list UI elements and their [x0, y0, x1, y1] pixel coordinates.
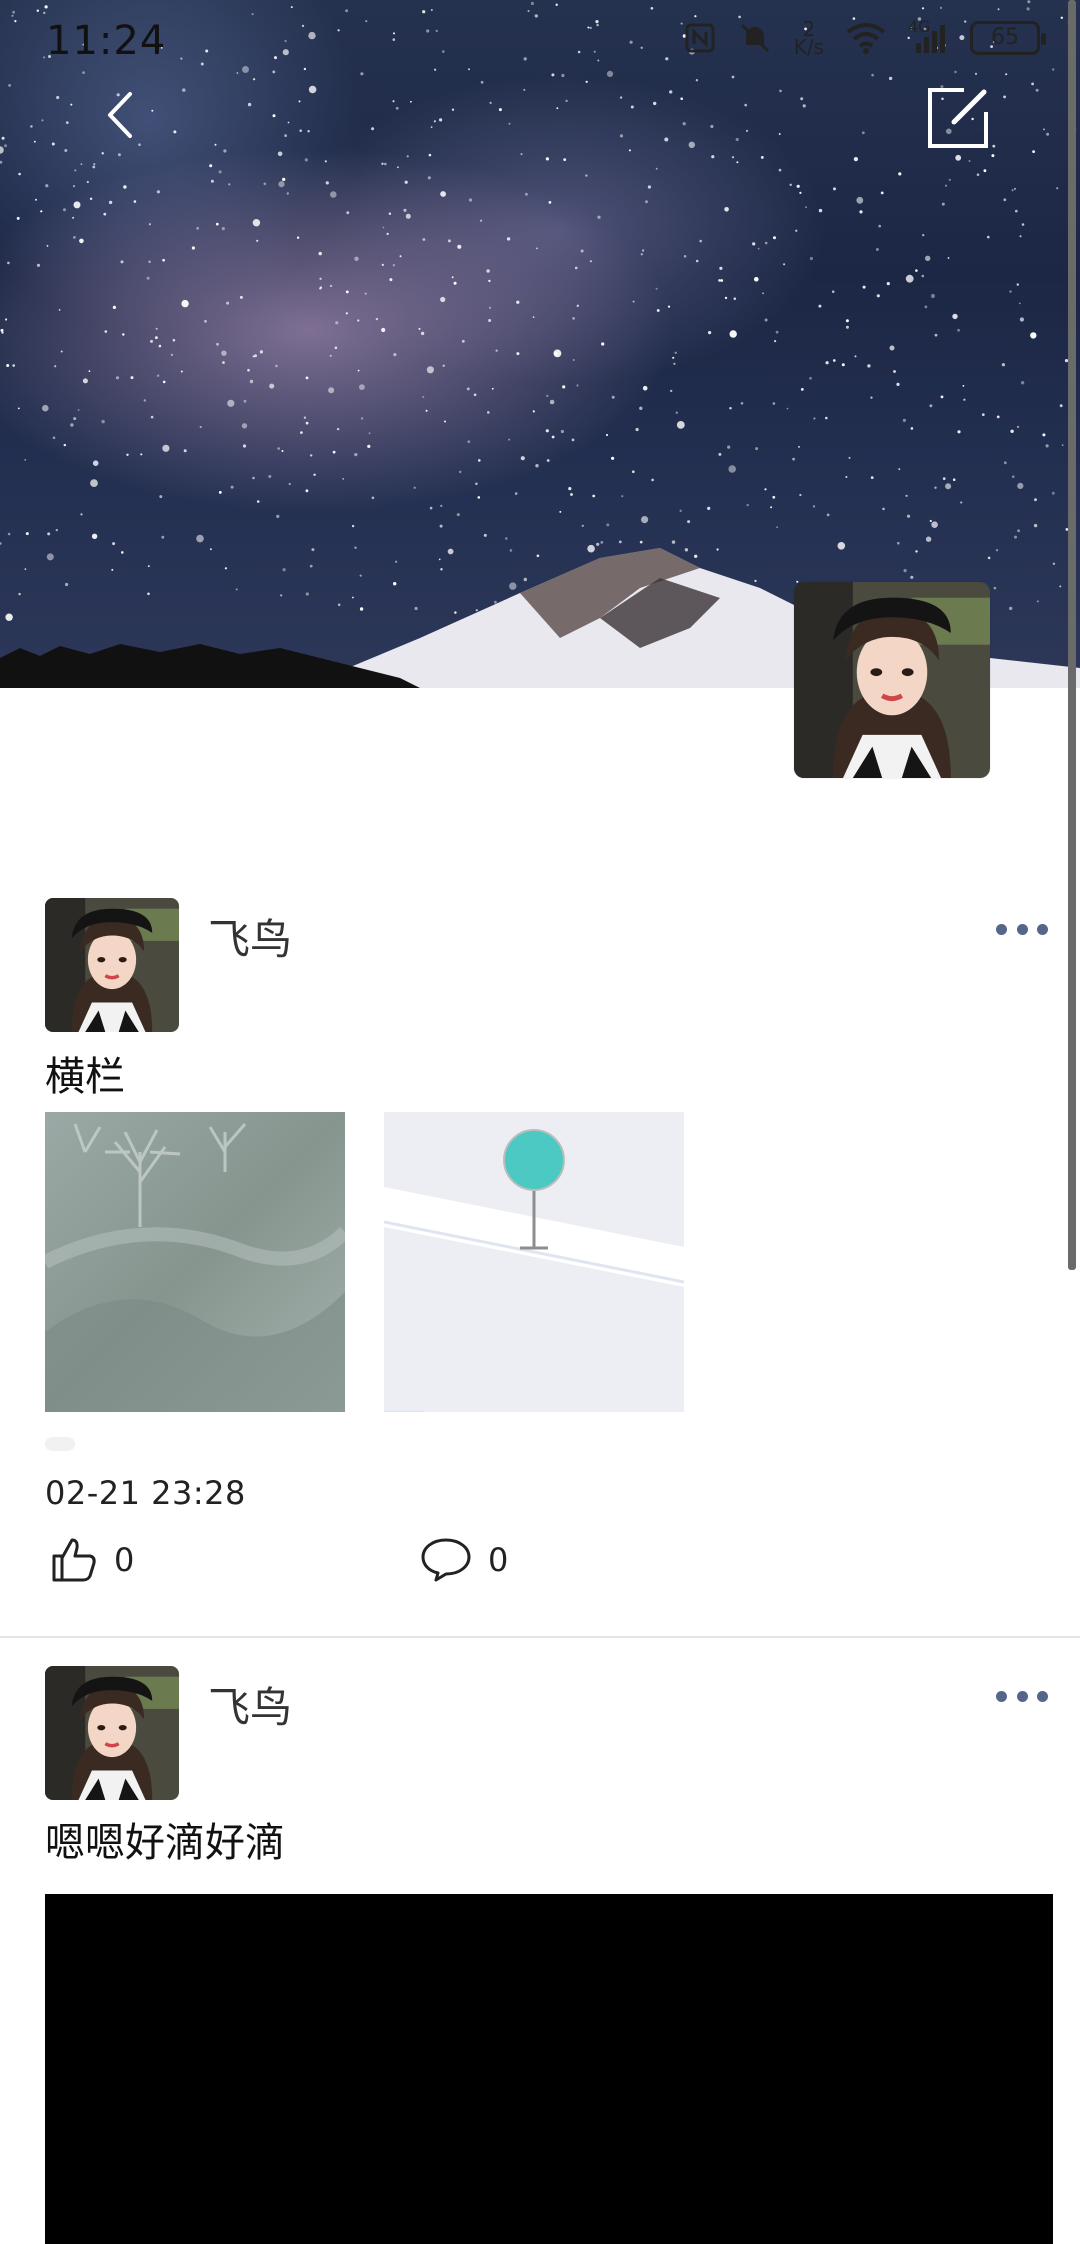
map-pin-icon: [503, 1129, 565, 1191]
post-author-avatar[interactable]: [45, 1666, 179, 1800]
more-dot: [1016, 923, 1028, 935]
avatar-image: [45, 1666, 179, 1800]
bell-mute-icon: [740, 23, 769, 53]
post-content: 横栏: [45, 1054, 125, 1100]
post-image-map-pin[interactable]: [384, 1112, 684, 1412]
comment-bubble-icon: [421, 1538, 471, 1582]
post-author-name[interactable]: 飞鸟: [208, 1674, 292, 1735]
location-placeholder: [45, 1437, 75, 1451]
more-dot: [996, 923, 1007, 935]
profile-avatar[interactable]: [794, 582, 990, 778]
status-icons: 2 K/s 4G 65: [684, 17, 1046, 59]
more-options-button[interactable]: [996, 1686, 1048, 1706]
signal-icon: 4G: [908, 17, 948, 55]
avatar-image: [45, 898, 179, 1032]
post-author-name[interactable]: 飞鸟: [208, 906, 292, 967]
more-dot: [996, 1690, 1007, 1702]
thumbs-up-icon: [52, 1538, 96, 1582]
back-button[interactable]: [96, 90, 146, 140]
more-dot: [1016, 1690, 1028, 1702]
wifi-icon: [846, 23, 886, 54]
comment-count: 0: [488, 1541, 509, 1579]
map-pin-photo: [384, 1112, 684, 1412]
post-image-fabric[interactable]: [45, 1112, 345, 1412]
post-divider: [0, 1636, 1080, 1638]
edit-button[interactable]: [924, 84, 992, 152]
status-time: 11:24: [46, 18, 167, 64]
battery-icon: 65: [970, 21, 1046, 55]
comment-button[interactable]: 0: [420, 1536, 508, 1584]
post-content: 嗯嗯好滴好滴: [45, 1820, 285, 1866]
post-timestamp: 02-21 23:28: [45, 1474, 246, 1512]
more-options-button[interactable]: [996, 919, 1048, 939]
network-speed: 2 K/s: [793, 19, 824, 59]
post-video[interactable]: [45, 1894, 1053, 2244]
like-button[interactable]: 0: [50, 1536, 134, 1584]
nfc-icon: [685, 23, 715, 53]
post-author-avatar[interactable]: [45, 898, 179, 1032]
avatar-image: [794, 582, 990, 778]
more-dot: [1037, 923, 1048, 935]
moments-page: 11:24 2 K/s 4G 65 飞鸟 横栏 02-21 23:28 0 0 …: [0, 0, 1080, 2244]
scrollbar[interactable]: [1068, 0, 1076, 1270]
status-bar: 11:24 2 K/s 4G 65: [0, 0, 1080, 88]
more-dot: [1037, 1690, 1048, 1702]
like-count: 0: [114, 1541, 135, 1579]
network-speed-unit: K/s: [793, 35, 824, 59]
fabric-photo: [45, 1112, 345, 1412]
